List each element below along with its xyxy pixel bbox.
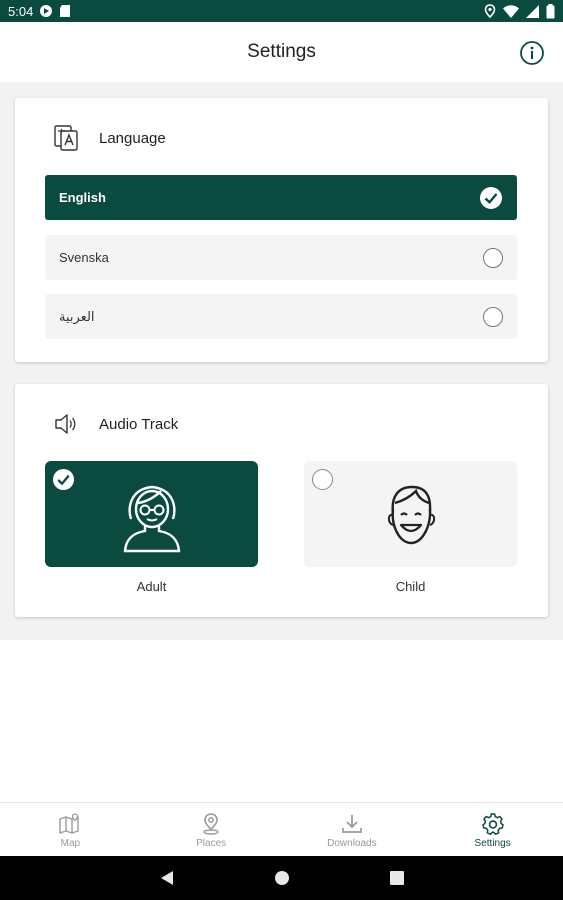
audio-option-child[interactable]: [304, 461, 517, 567]
nav-label: Settings: [474, 837, 511, 849]
nav-item-map[interactable]: Map: [0, 803, 141, 857]
download-icon: [342, 814, 362, 833]
language-option-label: Svenska: [59, 250, 109, 265]
radio-unchecked-icon[interactable]: [312, 469, 333, 490]
app-bar: Settings: [0, 22, 563, 82]
language-option-arabic[interactable]: العربية: [45, 294, 517, 339]
radio-unchecked-icon[interactable]: [483, 247, 503, 268]
status-left: 5:04: [8, 4, 71, 19]
bottom-navigation: Map Places Downloads Settings: [0, 802, 563, 857]
checkmark-icon: [480, 186, 502, 209]
language-translate-icon: [54, 125, 78, 151]
radio-unchecked-icon[interactable]: [483, 306, 503, 327]
wifi-icon: [503, 4, 519, 18]
page-title: Settings: [247, 41, 316, 62]
checkmark-icon: [52, 468, 75, 491]
nav-item-places[interactable]: Places: [141, 803, 282, 857]
audio-track-card: Audio Track Adult Child: [15, 384, 548, 617]
status-right: [484, 3, 555, 19]
audio-track-header: Audio Track: [53, 410, 178, 438]
status-bar: 5:04: [0, 0, 563, 22]
signal-icon: [526, 4, 539, 18]
location-icon: [484, 4, 496, 18]
home-icon[interactable]: [274, 870, 290, 886]
language-option-label: English: [59, 190, 106, 205]
settings-content: Language English Svenska العربية Audio T…: [0, 82, 563, 640]
nav-label: Downloads: [327, 837, 377, 849]
audio-option-adult[interactable]: [45, 461, 258, 567]
recents-icon[interactable]: [389, 871, 404, 885]
nav-label: Map: [60, 837, 81, 849]
language-option-label: العربية: [59, 308, 95, 324]
gear-icon: [481, 812, 504, 835]
place-pin-icon: [203, 812, 219, 835]
speaker-icon: [55, 414, 76, 434]
sd-card-icon: [60, 5, 71, 17]
nav-label: Places: [196, 837, 227, 849]
battery-icon: [546, 3, 555, 18]
system-navigation-bar: [0, 856, 563, 900]
audio-track-heading: Audio Track: [99, 415, 179, 433]
media-notification-icon: [40, 5, 53, 17]
child-face-icon: [387, 485, 436, 545]
nav-item-settings[interactable]: Settings: [422, 803, 563, 857]
language-option-english[interactable]: English: [45, 175, 517, 220]
info-icon[interactable]: [519, 40, 545, 66]
status-time: 5:04: [8, 3, 34, 19]
audio-option-label: Child: [395, 579, 426, 594]
nav-item-downloads[interactable]: Downloads: [282, 803, 423, 857]
language-card: Language English Svenska العربية: [15, 98, 548, 362]
language-header: Language: [53, 124, 166, 152]
language-option-svenska[interactable]: Svenska: [45, 235, 517, 280]
audio-option-label: Adult: [136, 579, 167, 594]
language-heading: Language: [99, 129, 166, 147]
adult-face-icon: [123, 485, 181, 553]
back-icon[interactable]: [160, 870, 174, 886]
map-icon: [59, 812, 80, 834]
